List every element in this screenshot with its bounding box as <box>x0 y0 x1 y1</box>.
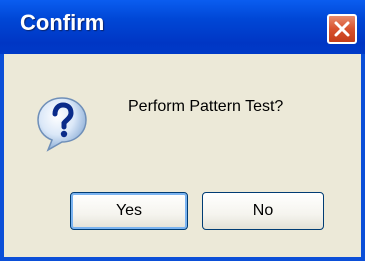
title-bar[interactable]: Confirm <box>0 0 365 54</box>
close-button[interactable] <box>327 14 357 44</box>
dialog-message: Perform Pattern Test? <box>128 98 284 115</box>
close-icon <box>334 21 350 37</box>
confirm-dialog: Confirm Perform Pattern Test? Yes No <box>0 0 365 261</box>
dialog-title: Confirm <box>20 10 105 35</box>
question-icon <box>37 97 87 152</box>
yes-button[interactable]: Yes <box>70 192 188 230</box>
no-button[interactable]: No <box>202 192 324 230</box>
